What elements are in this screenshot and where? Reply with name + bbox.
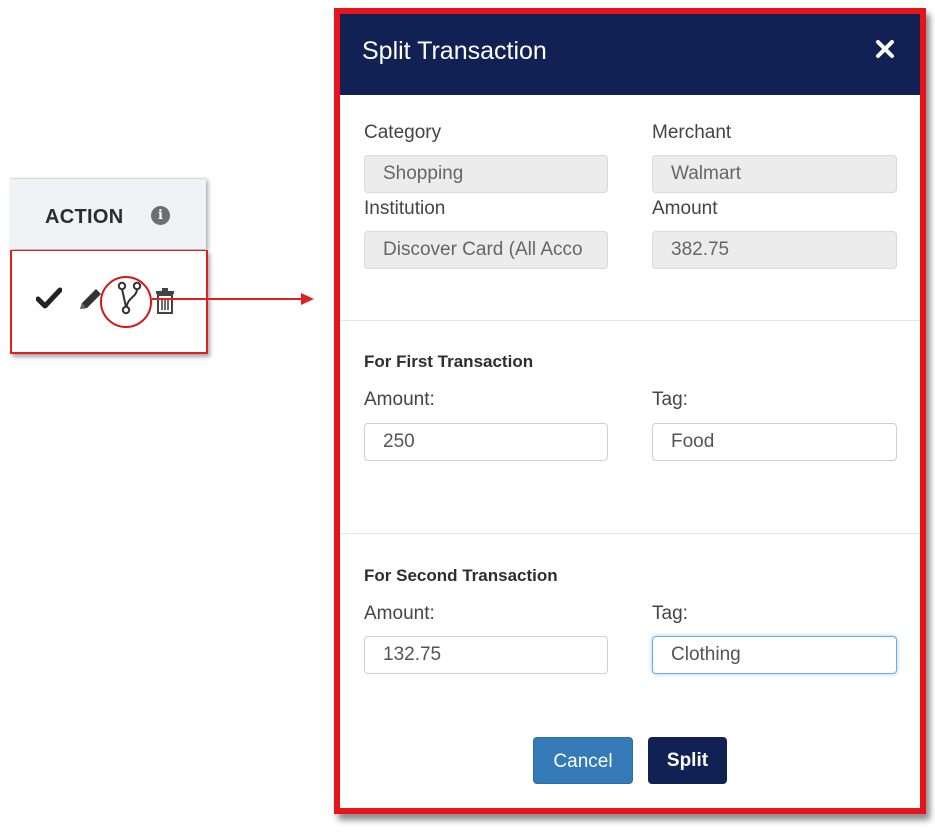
institution-field: Discover Card (All Acco — [364, 231, 608, 269]
trash-icon[interactable] — [153, 287, 177, 315]
callout-arrow-head — [301, 293, 314, 305]
amount-field: 382.75 — [652, 231, 897, 269]
institution-label: Institution — [364, 198, 446, 219]
first-tag-input[interactable]: Food — [652, 423, 897, 461]
info-icon[interactable]: i — [151, 206, 170, 225]
modal-header: Split Transaction — [340, 14, 920, 95]
second-amount-label: Amount: — [364, 603, 435, 624]
second-tag-input[interactable]: Clothing — [652, 636, 897, 674]
check-icon[interactable] — [36, 287, 62, 309]
amount-label: Amount — [652, 198, 718, 219]
second-amount-input[interactable]: 132.75 — [364, 636, 608, 674]
action-column-header: ACTION i — [10, 178, 206, 249]
merchant-label: Merchant — [652, 122, 732, 143]
category-field: Shopping — [364, 155, 608, 193]
highlight-circle — [100, 276, 152, 328]
action-header-label: ACTION — [45, 206, 124, 228]
close-icon[interactable] — [874, 38, 896, 60]
second-tag-label: Tag: — [652, 603, 688, 624]
cancel-button[interactable]: Cancel — [533, 737, 633, 784]
split-transaction-modal: Split Transaction Category Shopping Merc… — [334, 8, 926, 814]
first-tag-label: Tag: — [652, 389, 688, 410]
callout-arrow-line — [152, 298, 302, 300]
first-amount-label: Amount: — [364, 389, 435, 410]
second-transaction-title: For Second Transaction — [364, 566, 558, 585]
section-divider — [340, 320, 920, 321]
section-divider — [340, 533, 920, 534]
split-button[interactable]: Split — [648, 737, 727, 784]
first-transaction-title: For First Transaction — [364, 352, 534, 371]
modal-title: Split Transaction — [362, 37, 547, 65]
merchant-field: Walmart — [652, 155, 897, 193]
first-amount-input[interactable]: 250 — [364, 423, 608, 461]
category-label: Category — [364, 122, 442, 143]
